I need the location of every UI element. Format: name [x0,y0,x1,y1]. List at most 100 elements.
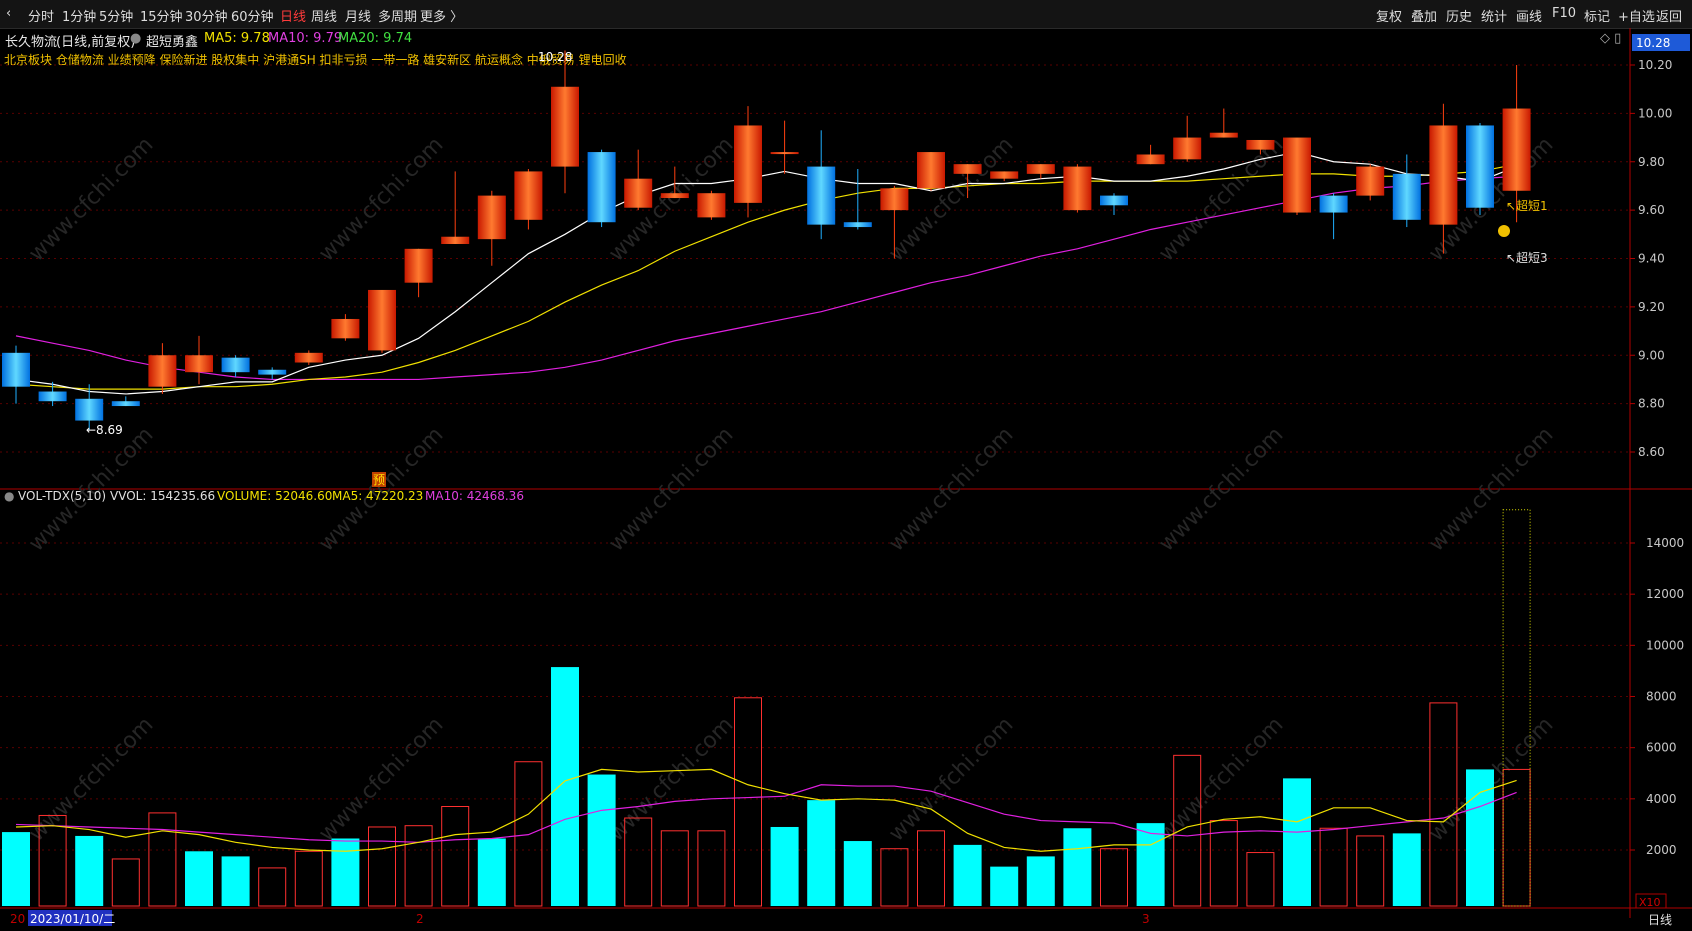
candle-body [624,178,653,208]
candle-body [1283,137,1311,213]
volume-ma5-label: MA5: 47220.23 [332,489,423,503]
chart-canvas: 8.60 8.80 9.00 9.20 9.40 9.60 9.80 10.00 10.20 20… [0,28,1692,927]
volume-bar [1283,778,1311,906]
volume-tick-label: 12000 [1646,587,1684,601]
volume-bar [734,697,762,907]
watermark-text: www.cfchi.com [604,422,738,556]
candle-body [477,195,506,240]
signal-3-label: ↖超短3 [1506,250,1548,265]
price-tick-label: 9.60 [1638,203,1665,217]
volume-bar [1356,835,1385,907]
candle-body [148,355,177,387]
candle-body [660,193,689,199]
volume-bar [1502,768,1531,907]
volume-bar [1466,769,1494,906]
candle-body [1209,132,1238,138]
volume-bar [2,832,30,906]
candle-body [1356,166,1385,196]
volume-bar [294,850,323,907]
candle-body [331,318,360,339]
volume-tick-label: 8000 [1646,690,1677,704]
volume-bar [148,812,177,907]
volume-bar [880,848,909,907]
candle-body [1136,154,1165,165]
price-tick-label: 9.40 [1638,252,1665,266]
volume-indicator-label: VOL-TDX(5,10) [18,489,106,503]
volume-bar [1136,823,1165,906]
volume-bar [1100,848,1128,907]
vvol-label: VVOL: 154235.66 [110,489,215,503]
month-2-label: 2 [416,912,424,926]
candle-body [770,152,799,155]
candle-body [111,401,140,407]
price-tick-label: 10.20 [1638,58,1672,72]
watermark-text: www.cfchi.com [1424,422,1558,556]
volume-bar [587,774,616,906]
volume-bar [185,851,213,906]
candle-body [1319,195,1348,213]
candle-body [75,398,104,421]
candle-body [843,222,872,228]
volume-bar [551,667,579,906]
volume-tick-label: 14000 [1646,536,1684,550]
candle-body [1466,125,1494,208]
volume-bar [441,806,470,907]
candle-body [441,236,470,244]
candle-body [587,152,616,223]
volume-tick-label: 2000 [1646,843,1677,857]
candle-body [1173,137,1202,160]
volume-bar [368,826,396,907]
yu-badge: 预 [373,473,385,487]
volume-bar [770,826,799,906]
candle-body [1100,195,1128,206]
x10-label: X10 [1639,896,1661,909]
watermark-text: www.cfchi.com [1154,712,1288,846]
candle-body [1429,125,1458,225]
volume-bar [1319,827,1348,907]
watermark-text: www.cfchi.com [884,712,1018,846]
volume-bar [111,858,140,907]
volume-bar [953,844,982,906]
volume-bar [221,856,250,906]
price-tick-label: 9.80 [1638,155,1665,169]
current-price-label: 10.28 [1636,36,1670,50]
period-footer-label: 日线 [1648,913,1672,927]
candle-body [514,171,543,220]
signal-1-label: ↖超短1 [1506,198,1548,213]
candle-body [1063,166,1092,211]
candle-body [1392,173,1421,220]
volume-bar [660,830,689,907]
price-tick-label: 8.60 [1638,445,1665,459]
volume-bar [75,835,104,906]
watermark-text: www.cfchi.com [24,132,158,266]
watermark-text: www.cfchi.com [884,422,1018,556]
volume-bar [843,841,872,906]
candle-body [734,125,762,203]
volume-bar [1392,833,1421,906]
date-start-label: 20 [10,912,25,926]
volume-indicator-dot-icon: ● [4,489,14,503]
watermark-text: www.cfchi.com [1154,422,1288,556]
candle-body [953,164,982,174]
candle-body [807,166,836,225]
price-tick-label: 9.20 [1638,300,1665,314]
volume-bar [990,866,1019,906]
candle-body [294,352,323,363]
candle-body [221,357,250,373]
volume-tick-label: 10000 [1646,638,1684,652]
volume-tick-label: 4000 [1646,792,1677,806]
volume-ma10-label: MA10: 42468.36 [425,489,524,503]
volume-bar [1026,856,1055,906]
candle-body [1026,164,1055,174]
volume-bar [331,838,360,906]
candle-body [1502,108,1531,191]
high-price-label: 10.28 [538,50,572,64]
price-tick-label: 10.00 [1638,106,1672,120]
volume-projection-bar [1502,509,1531,907]
candle-body [917,152,945,189]
candle-body [990,171,1019,179]
smiley-icon [1498,225,1510,237]
candle-body [185,355,213,373]
volume-value-label: VOLUME: 52046.60 [217,489,332,503]
candle-body [2,352,30,387]
